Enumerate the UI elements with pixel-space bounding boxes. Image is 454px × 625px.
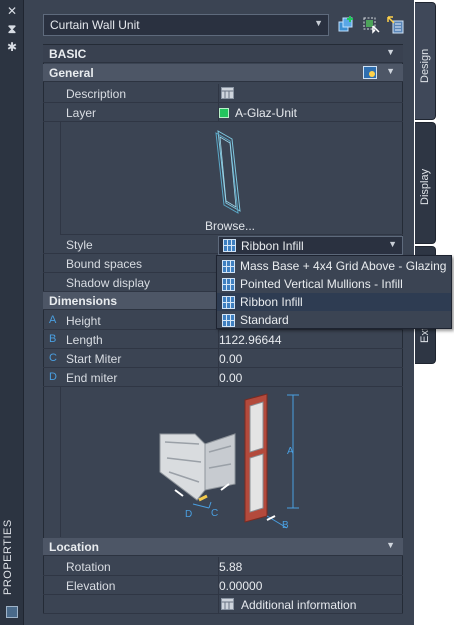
additional-information-button[interactable]: Additional information [241,598,356,612]
curtain-wall-style-icon [222,278,235,291]
start-miter-value[interactable]: 0.00 [219,352,242,366]
chevron-down-icon: ▼ [386,540,395,550]
settings-icon[interactable]: ✱ [4,40,20,54]
worksheet-icon[interactable] [221,87,234,99]
dimension-letter: B [49,333,57,345]
style-label: Style [66,238,93,252]
diagram-label-a: A [287,446,294,457]
curtain-wall-style-icon [222,314,235,327]
dimension-letter: D [49,371,57,383]
category-location-label: Location [49,540,99,554]
tab-design-label: Design [419,48,431,83]
description-label: Description [66,87,127,101]
palette-title: PROPERTIES [2,519,14,595]
chevron-down-icon: ▼ [388,239,397,249]
category-location[interactable]: Location ▼ [43,538,403,556]
style-option-label: Standard [240,313,289,327]
object-type-value: Curtain Wall Unit [50,18,140,32]
rotation-label: Rotation [66,560,111,574]
style-option[interactable]: Pointed Vertical Mullions - Infill [217,275,451,293]
style-option[interactable]: Mass Base + 4x4 Grid Above - Glazing [217,257,451,275]
curtain-wall-style-icon [222,260,235,273]
chevron-down-icon: ▼ [386,66,395,76]
diagram-label-b: B [282,520,289,531]
style-option-selected[interactable]: Ribbon Infill [217,293,451,311]
dimension-diagram-image: A B C D [159,393,299,531]
property-row-start-miter[interactable]: C Start Miter 0.00 [43,349,403,368]
curtain-wall-preview-image [215,130,241,214]
layer-value: A-Glaz-Unit [219,106,297,120]
quick-select-icon[interactable] [361,15,381,35]
category-general-label: General [49,66,94,80]
height-label: Height [66,314,101,328]
dimension-letter: C [49,352,57,364]
style-option-label: Pointed Vertical Mullions - Infill [240,277,403,291]
property-row-elevation[interactable]: Elevation 0.00000 [43,576,403,595]
style-dropdown-list: Mass Base + 4x4 Grid Above - Glazing Poi… [216,255,452,329]
style-option-label: Ribbon Infill [240,295,303,309]
category-general[interactable]: General ▼ [43,64,403,82]
layer-label: Layer [66,106,97,120]
palette-titlebar: ✕ ⧗ ✱ PROPERTIES [0,0,24,625]
tab-display-label: Display [419,168,431,205]
browse-button[interactable]: Browse... [205,219,255,233]
property-row-rotation[interactable]: Rotation 5.88 [43,557,403,576]
chevron-down-icon: ▼ [386,47,395,57]
shadow-display-label: Shadow display [66,276,151,290]
object-type-select[interactable]: Curtain Wall Unit ▼ [43,14,329,36]
column-divider [218,84,219,103]
tab-design[interactable]: Design [415,2,436,120]
category-basic[interactable]: BASIC ▼ [43,45,403,63]
tab-display[interactable]: Display [415,122,436,244]
elevation-label: Elevation [66,579,116,593]
chevron-down-icon: ▼ [314,18,323,28]
end-miter-label: End miter [66,371,118,385]
style-select[interactable]: Ribbon Infill ▼ [218,236,403,255]
toggle-pickadd-icon[interactable] [386,15,406,35]
style-option[interactable]: Standard [217,311,451,329]
property-row-end-miter[interactable]: D End miter 0.00 [43,368,403,387]
add-selection-icon[interactable] [336,15,356,35]
style-select-value: Ribbon Infill [241,239,304,253]
rotation-value[interactable]: 5.88 [219,560,242,574]
layer-color-swatch [219,108,229,118]
dimension-letter: A [49,314,57,326]
length-value[interactable]: 1122.96644 [219,333,282,347]
close-icon[interactable]: ✕ [4,4,20,18]
quick-properties-icon[interactable] [363,66,377,79]
curtain-wall-style-icon [223,239,236,252]
elevation-value[interactable]: 0.00000 [219,579,262,593]
category-dimensions-label: Dimensions [49,294,118,308]
property-row-description[interactable]: Description [43,84,403,103]
property-row-layer[interactable]: Layer A-Glaz-Unit [43,103,403,122]
start-miter-label: Start Miter [66,352,122,366]
length-label: Length [66,333,103,347]
auto-hide-icon[interactable]: ⧗ [4,22,20,36]
curtain-wall-style-icon [222,296,235,309]
diagram-label-d: D [185,509,192,520]
layer-name: A-Glaz-Unit [235,106,298,120]
diagram-label-c: C [211,508,218,519]
property-row-length[interactable]: B Length 1122.96644 [43,330,403,349]
column-divider [218,595,219,614]
end-miter-value[interactable]: 0.00 [219,371,242,385]
worksheet-icon[interactable] [221,598,234,610]
bound-spaces-label: Bound spaces [66,257,143,271]
category-basic-label: BASIC [49,47,87,61]
properties-icon [6,606,18,618]
style-option-label: Mass Base + 4x4 Grid Above - Glazing [240,259,447,273]
